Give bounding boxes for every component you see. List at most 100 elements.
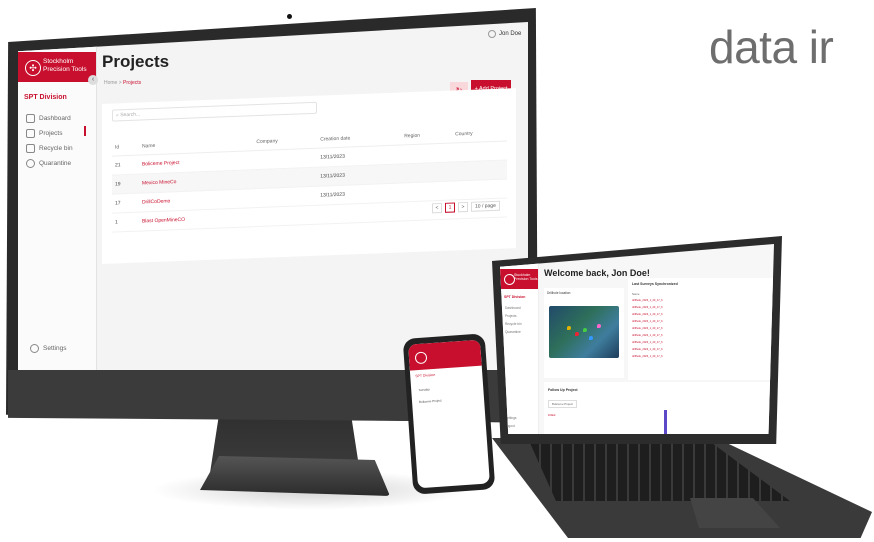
cell-id: 19 <box>112 174 139 195</box>
map-pin-icon[interactable] <box>575 332 579 336</box>
breadcrumb-separator: > <box>118 80 122 86</box>
laptop-nav-recycle-bin[interactable]: Recycle bin <box>505 322 521 326</box>
column-header-id[interactable]: Id <box>112 138 139 157</box>
search-input[interactable]: ⌕ Search... <box>112 101 317 122</box>
phone-division-label: SPT Division <box>415 372 436 379</box>
sidebar-item-projects[interactable]: Projects <box>26 129 62 138</box>
brand-name: Stockholm Precision Tools <box>43 58 93 73</box>
prev-page-button[interactable]: < <box>432 202 442 214</box>
map-card: Drillhole location <box>544 288 624 378</box>
cell-region <box>401 181 453 203</box>
sidebar-item-quarantine[interactable]: Quarantine <box>26 159 71 168</box>
list-item[interactable]: drillhole_2023_1_20_17_6 <box>632 348 663 351</box>
sidebar-item-dashboard[interactable]: Dashboard <box>26 114 71 123</box>
user-name: Jon Doe <box>499 31 522 37</box>
list-item[interactable]: drillhole_2023_1_20_17_6 <box>632 334 663 337</box>
desktop-screen: ✣ Stockholm Precision Tools ‹ SPT Divisi… <box>18 22 528 370</box>
laptop-brand-name: Stockholm Precision Tools <box>514 273 537 281</box>
surveys-card: Last Surveys Synchronized Name drillhole… <box>628 278 774 380</box>
surveys-column-header: Name <box>632 292 640 296</box>
brand-line-1: Stockholm <box>43 58 74 65</box>
breadcrumb-current: Projects <box>123 80 142 86</box>
settings-label: Settings <box>43 345 67 352</box>
collapse-sidebar-button[interactable]: ‹ <box>88 75 98 85</box>
quarantine-icon <box>26 159 35 168</box>
map-card-title: Drillhole location <box>547 291 571 295</box>
map-pin-icon[interactable] <box>597 324 601 328</box>
surveys-card-title: Last Surveys Synchronized <box>632 282 678 286</box>
sidebar-item-label: Projects <box>39 130 63 137</box>
recycle-bin-icon <box>26 144 35 153</box>
phone-list-item[interactable]: Boliceme Project <box>419 398 442 404</box>
laptop-screen: Stockholm Precision Tools SPT Division D… <box>500 244 774 434</box>
list-item[interactable]: drillhole_2023_1_20_17_6 <box>632 313 663 316</box>
brand-line-2: Precision Tools <box>514 277 538 281</box>
cell-company <box>253 205 318 227</box>
phone-list-item[interactable]: Tuesday <box>418 387 430 392</box>
follow-up-card: Follow Up Project Boliceme Project Drill… <box>544 382 774 434</box>
sidebar-item-label: Recycle bin <box>39 145 73 152</box>
sidebar-item-recycle-bin[interactable]: Recycle bin <box>26 144 73 153</box>
series-label: Drilled <box>548 414 556 417</box>
cell-country <box>452 178 507 201</box>
gear-icon <box>30 344 39 353</box>
search-icon: ⌕ <box>116 112 119 119</box>
cell-country <box>452 140 507 163</box>
cell-region <box>401 162 453 184</box>
search-placeholder: Search... <box>120 111 141 119</box>
laptop-keyboard <box>530 443 790 501</box>
list-item[interactable]: drillhole_2023_1_20_17_6 <box>632 327 663 330</box>
list-item[interactable]: drillhole_2023_1_20_17_6 <box>632 341 663 344</box>
cell-country <box>452 159 507 182</box>
cell-company <box>253 186 318 208</box>
laptop-nav-quarantine[interactable]: Quarantine <box>505 330 521 334</box>
dashboard-icon <box>26 114 35 123</box>
monitor-stand-base <box>200 456 390 496</box>
cell-name[interactable]: Blast OpenMineCO <box>138 207 254 232</box>
projects-icon <box>26 129 35 138</box>
sidebar-item-label: Dashboard <box>39 115 71 122</box>
camera-icon <box>287 14 292 19</box>
logo-icon: ✣ <box>25 60 41 76</box>
active-indicator <box>84 126 86 136</box>
list-item[interactable]: drillhole_2023_1_20_17_6 <box>632 306 663 309</box>
cell-id: 1 <box>112 212 139 233</box>
next-page-button[interactable]: > <box>458 201 468 213</box>
user-menu[interactable]: Jon Doe <box>488 30 521 38</box>
world-map[interactable] <box>549 306 619 358</box>
page-number-button[interactable]: 1 <box>445 202 455 213</box>
laptop-division-label: SPT Division <box>504 295 526 299</box>
list-item[interactable]: drillhole_2023_1_20_17_6 <box>632 299 663 302</box>
project-select[interactable]: Boliceme Project <box>548 400 577 408</box>
chart-bar <box>664 410 667 434</box>
breadcrumb: Home > Projects <box>104 80 141 86</box>
cell-region <box>401 143 453 165</box>
headline-text: data ir <box>709 21 834 73</box>
page-size-select[interactable]: 10 / page <box>471 200 500 212</box>
sidebar-item-label: Quarantine <box>39 160 72 167</box>
cell-company <box>253 167 318 189</box>
list-item[interactable]: drillhole_2023_1_20_17_6 <box>632 320 663 323</box>
brand-line-2: Precision Tools <box>43 65 87 73</box>
projects-table: Id Name Company Creation date Region Cou… <box>112 124 507 233</box>
follow-up-title: Follow Up Project <box>548 388 578 392</box>
cell-id: 21 <box>112 155 139 176</box>
laptop-nav-projects[interactable]: Projects <box>505 314 517 318</box>
page-title: Projects <box>102 52 170 71</box>
phone-screen: SPT Division Tuesday Boliceme Project <box>408 339 490 489</box>
user-icon <box>488 30 496 38</box>
division-label: SPT Division <box>24 94 67 101</box>
cell-date <box>317 202 402 225</box>
sidebar-item-settings[interactable]: Settings <box>30 344 67 353</box>
list-item[interactable]: drillhole_2023_1_20_17_6 <box>632 355 663 358</box>
projects-panel: ⌕ Search... Id Name Company Creation dat… <box>102 88 516 264</box>
breadcrumb-home[interactable]: Home <box>104 80 117 86</box>
cell-id: 17 <box>112 193 139 214</box>
cell-company <box>253 148 318 170</box>
map-pin-icon[interactable] <box>589 336 593 340</box>
column-header-region[interactable]: Region <box>401 126 453 146</box>
laptop-nav-dashboard[interactable]: Dashboard <box>505 306 521 310</box>
map-pin-icon[interactable] <box>567 326 571 330</box>
map-pin-icon[interactable] <box>583 328 587 332</box>
laptop-welcome-title: Welcome back, Jon Doe! <box>544 268 650 278</box>
